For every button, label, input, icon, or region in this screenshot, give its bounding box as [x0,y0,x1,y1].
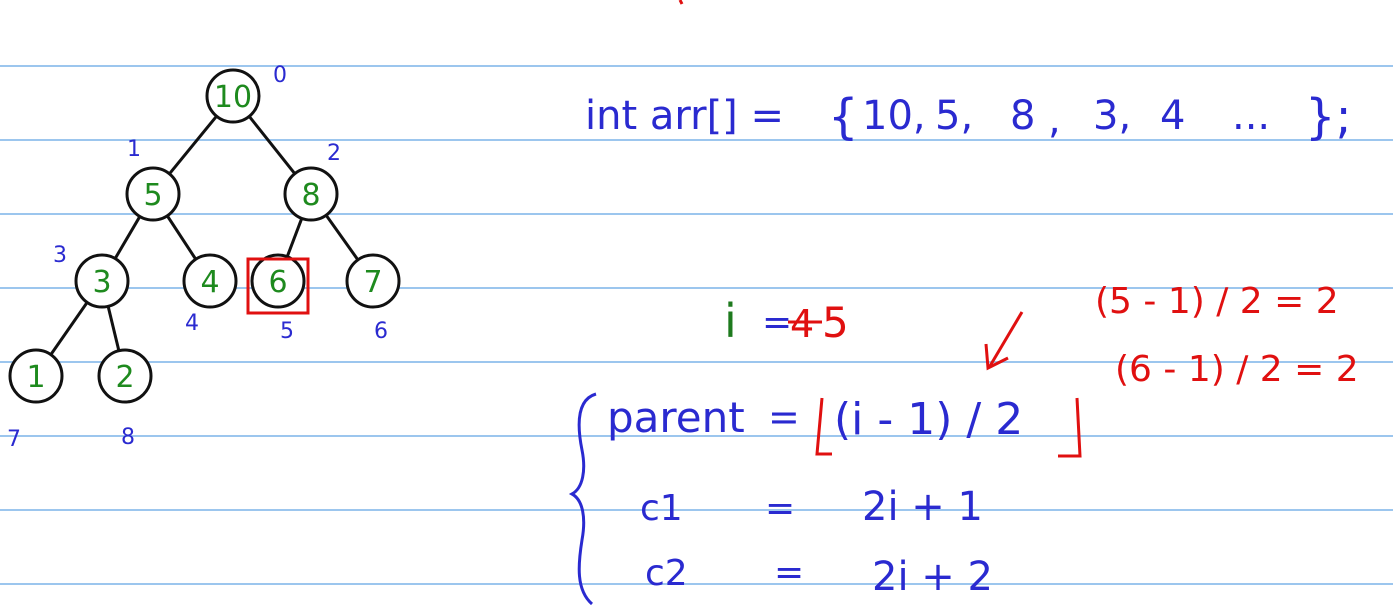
i-label: i [724,294,737,348]
tree-node-value: 7 [363,265,382,300]
i-equals: = [762,302,792,343]
array-prefix: int arr[] = [585,93,784,139]
tree-nodes: 1005182334465761728 [7,63,401,452]
c1-expression: 2i + 1 [862,484,983,530]
array-item: ... [1232,93,1270,139]
tree-node-value: 4 [200,265,219,300]
tree-node-value: 2 [115,360,134,395]
tree-node-value: 10 [214,80,252,115]
i-value: 5 [822,298,849,347]
tree-edge [113,215,142,260]
c1-equals: = [765,488,795,529]
index-variable-line: i = 4 5 [724,294,849,348]
formula-brace [568,392,597,606]
tree-edges [49,115,360,356]
tree-node-index: 6 [374,319,388,344]
calculation-2: (6 - 1) / 2 = 2 [1115,349,1359,390]
array-item: 4 [1160,93,1185,139]
tree-edge [324,214,360,261]
ruled-lines [0,65,1393,585]
array-item: 8 [1010,93,1035,139]
array-item: 10, [862,93,926,139]
tree-node-index: 0 [273,63,287,88]
formula-parent: parent = (i - 1) / 2 [607,393,1082,458]
array-item: 5, [935,93,973,139]
tree-edge [106,305,121,352]
tree-node-index: 1 [127,137,141,162]
array-item: , [1048,97,1061,143]
floor-right-bracket [1058,397,1082,458]
calculation-1: (5 - 1) / 2 = 2 [1095,281,1339,322]
tree-node-value: 8 [301,178,320,213]
c2-expression: 2i + 2 [872,554,993,600]
formula-c1: c1 = 2i + 1 [640,484,983,530]
c2-label: c2 [645,553,688,594]
tree-node-value: 6 [268,265,287,300]
parent-expression: (i - 1) / 2 [834,394,1023,445]
tree-edge [285,217,304,258]
tree-edge [248,115,296,175]
tree-node-value: 3 [92,265,111,300]
c1-label: c1 [640,488,683,529]
parent-label: parent [607,393,745,442]
arrow-icon [984,311,1024,371]
tree-node-index: 8 [121,425,135,450]
tree-node-index: 2 [327,141,341,166]
c2-equals: = [774,552,804,593]
red-pen-mark [678,0,684,5]
tree-node-value: 5 [143,178,162,213]
tree-edge [49,301,89,356]
floor-left-bracket [815,397,832,456]
tree-node-index: 7 [7,427,21,452]
tree-edge [165,214,198,261]
array-close: }; [1305,89,1352,145]
formula-c2: c2 = 2i + 2 [645,552,993,600]
tree-node-index: 3 [53,243,67,268]
array-declaration: int arr[] = { 10, 5, 8 , 3, 4 ... }; [585,89,1352,145]
i-scratched-value: 4 [790,302,814,346]
tree-node-index: 4 [185,311,199,336]
tree-node-index: 5 [280,319,294,344]
tree-edge [168,115,218,175]
array-item: 3, [1093,93,1131,139]
note-canvas: 1005182334465761728 int arr[] = { 10, 5,… [0,0,1393,606]
array-open-brace: { [828,89,859,145]
parent-equals: = [768,395,800,439]
tree-node-value: 1 [26,360,45,395]
